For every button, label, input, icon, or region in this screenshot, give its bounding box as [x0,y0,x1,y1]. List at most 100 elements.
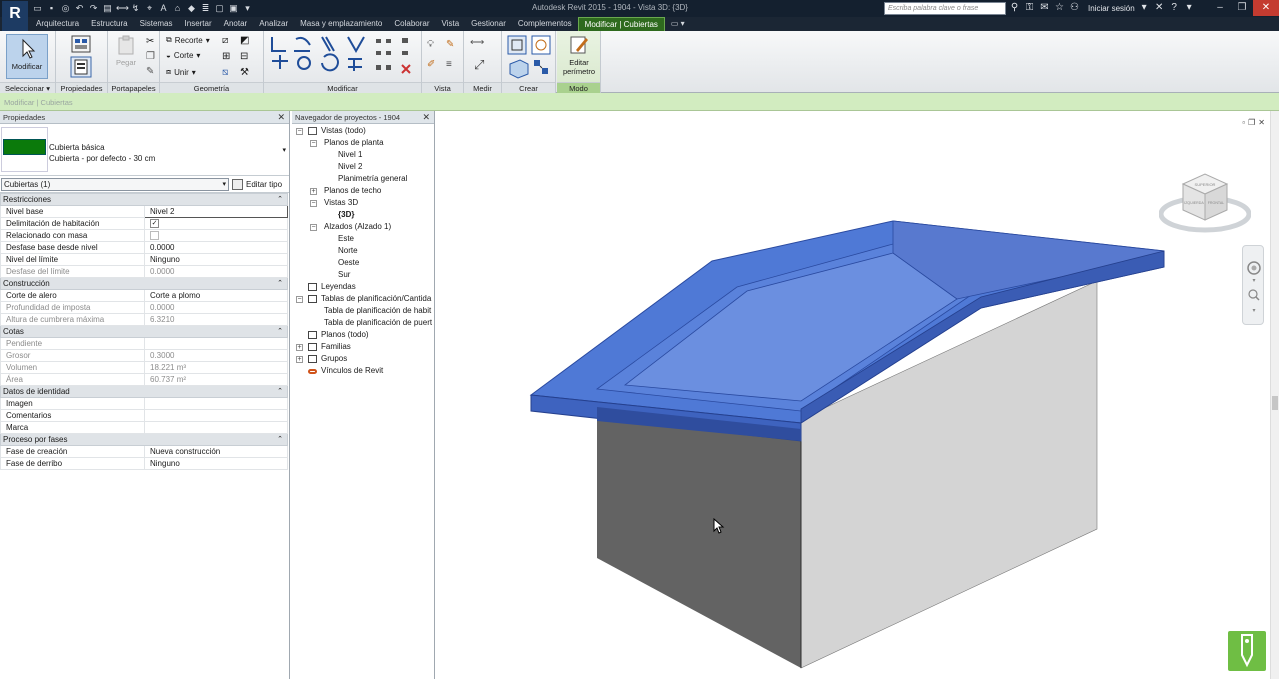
tab-complementos[interactable]: Complementos [512,17,578,31]
panel-select-label[interactable]: Seleccionar ▾ [0,82,55,93]
print-icon[interactable]: ▤ [102,2,113,14]
revit-logo-button[interactable]: R [2,1,28,31]
exchange-apps-icon[interactable]: ✕ [1154,1,1165,15]
collapse-icon[interactable]: − [296,296,303,303]
favorites-icon[interactable]: ☆ [1054,1,1065,15]
browser-item-planos-de-planta[interactable]: − Planos de planta [292,137,435,149]
open-icon[interactable]: ▭ [32,2,43,14]
tab-estructura[interactable]: Estructura [85,17,133,31]
prop-value[interactable]: Ninguno [144,253,288,266]
join-button[interactable]: ⧈ Unir ▾ [166,67,196,77]
create-tools-icons[interactable] [506,34,552,80]
edit-profile-icon[interactable]: ⧅ [222,67,228,78]
browser-item-leyendas[interactable]: Leyendas [292,281,435,293]
paste-button[interactable]: Pegar [114,34,138,67]
close-hidden-icon[interactable]: ▢ [214,2,225,14]
browser-item-norte[interactable]: Norte [292,245,435,257]
prop-value[interactable]: 0.0000 [144,241,288,254]
expand-icon[interactable]: + [310,188,317,195]
prop-value[interactable]: Ninguno [144,457,288,470]
expand-icon[interactable]: + [296,356,303,363]
browser-item-sur[interactable]: Sur [292,269,435,281]
type-properties-icon[interactable] [70,34,92,54]
collapse-chevron-icon[interactable]: ⌃ [277,279,283,289]
tab-vista[interactable]: Vista [436,17,466,31]
browser-item-este[interactable]: Este [292,233,435,245]
prop-group-cotas[interactable]: Cotas ⌃ [0,325,288,338]
dimension-icon[interactable]: ↯ [130,2,141,14]
tab-analizar[interactable]: Analizar [253,17,294,31]
tab-masa-emplazamiento[interactable]: Masa y emplazamiento [294,17,388,31]
undo-icon[interactable]: ↶ [74,2,85,14]
browser-item-planimetria-general[interactable]: Planimetría general [292,173,435,185]
demolish-icon[interactable]: ⊟ [240,51,248,62]
redo-icon[interactable]: ↷ [88,2,99,14]
override-graphics-icon[interactable]: ✎ [446,39,454,50]
measure-distance-icon[interactable]: ⟷ [470,37,484,48]
chevron-down-icon[interactable]: ▾ [282,146,286,154]
modify-tools-icons[interactable] [268,35,418,81]
checkbox[interactable]: ✓ [150,219,159,229]
edit-type-button[interactable]: Editar tipo [232,179,282,190]
tag-icon[interactable]: ⌖ [144,2,155,14]
prop-value[interactable] [144,421,288,434]
wall-front-face[interactable] [597,419,801,668]
viewcube[interactable]: SUPERIOR IZQUIERDA FRONTAL [1159,164,1251,236]
tab-modificar-cubiertas[interactable]: Modificar | Cubiertas [577,17,665,31]
split-face-icon[interactable]: ⧄ [222,35,228,46]
collapse-chevron-icon[interactable]: ⌃ [277,195,283,205]
copy-icon[interactable]: ❐ [146,51,155,62]
hammer-icon[interactable]: ⚒ [240,67,249,78]
signin-button[interactable]: Iniciar sesión [1088,4,1135,13]
expand-icon[interactable]: + [296,344,303,351]
search-input[interactable]: Escriba palabra clave o frase [884,2,1006,15]
switch-windows-icon[interactable]: ▣ [228,2,239,14]
browser-item-planos-todo[interactable]: Planos (todo) [292,329,435,341]
close-icon[interactable]: ✕ [277,111,285,124]
browser-item-nivel-2[interactable]: Nivel 2 [292,161,435,173]
browser-item-familias[interactable]: + Familias [292,341,435,353]
tab-colaborar[interactable]: Colaborar [388,17,435,31]
browser-item-tabla-de-planificacion-de-puert[interactable]: Tabla de planificación de puert [292,317,435,329]
view-dropdown-icon[interactable]: ≡ [446,59,452,70]
collapse-icon[interactable]: − [310,200,317,207]
3d-viewport[interactable]: ▫ ❐ ✕ SUPERIOR IZQUIERDA FRONTAL ▾ ▾ [437,111,1279,679]
model-canvas[interactable] [437,111,1279,679]
signin-dropdown-icon[interactable]: ▾ [1139,1,1150,15]
prop-value[interactable] [144,229,288,242]
text-icon[interactable]: A [158,2,169,14]
prop-value[interactable]: ✓ [144,217,288,230]
tab-arquitectura[interactable]: Arquitectura [30,17,85,31]
browser-item-vistas-3d[interactable]: − Vistas 3D [292,197,435,209]
save-icon[interactable]: ▪ [46,2,57,14]
properties-icon[interactable] [70,56,92,78]
collapse-icon[interactable]: − [310,224,317,231]
cut-icon[interactable]: ✂ [146,36,154,47]
match-type-icon[interactable]: ✎ [146,66,154,77]
prop-group-proceso-por-fases[interactable]: Proceso por fases ⌃ [0,433,288,446]
lightbulb-icon[interactable]: 💡︎ [427,39,434,50]
browser-item-alzados-alzado-1[interactable]: − Alzados (Alzado 1) [292,221,435,233]
qat-dropdown-icon[interactable]: ▾ [242,2,253,14]
collapse-chevron-icon[interactable]: ⌃ [277,435,283,445]
browser-item-nivel-1[interactable]: Nivel 1 [292,149,435,161]
section-icon[interactable]: ◆ [186,2,197,14]
prop-value[interactable] [144,397,288,410]
zoom-chevron-down-icon[interactable]: ▾ [1252,308,1255,314]
prop-value[interactable]: Nueva construcción [144,445,288,458]
linework-icon[interactable]: ✐ [427,59,435,70]
prop-group-construccion[interactable]: Construcción ⌃ [0,277,288,290]
collapse-icon[interactable]: − [296,128,303,135]
browser-item-vinculos-de-revit[interactable]: Vínculos de Revit [292,365,435,377]
nav-chevron-down-icon[interactable]: ▾ [1252,278,1255,284]
tab-sistemas[interactable]: Sistemas [134,17,179,31]
ribbon-minimize-icon[interactable]: ▭ ▾ [665,17,691,31]
zoom-icon[interactable] [1248,289,1258,299]
cope-button[interactable]: ◒ Corte ▾ [166,51,200,60]
tab-insertar[interactable]: Insertar [179,17,218,31]
browser-item-tablas-de-planificacion-cantida[interactable]: − Tablas de planificación/Cantida [292,293,435,305]
default-3d-icon[interactable]: ⌂ [172,2,183,14]
thin-lines-icon[interactable]: ≣ [200,2,211,14]
help-dropdown-icon[interactable]: ▾ [1184,1,1195,15]
browser-item-vistas-todo[interactable]: − Vistas (todo) [292,125,435,137]
